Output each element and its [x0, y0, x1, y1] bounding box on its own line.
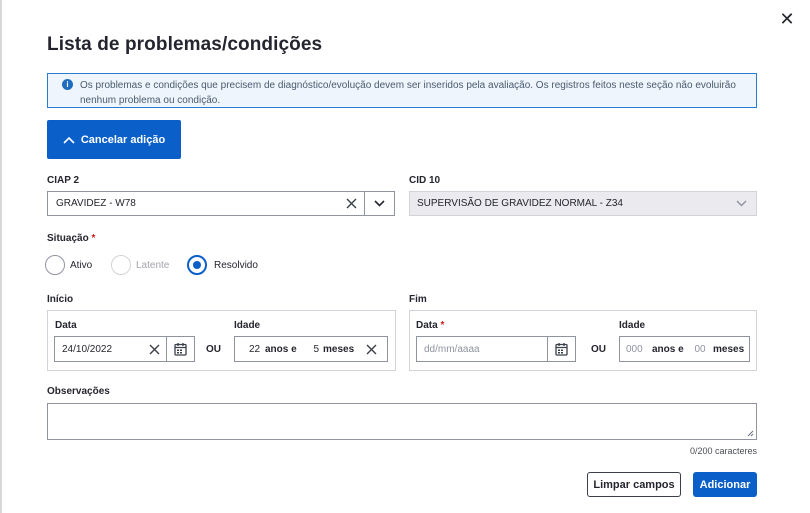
chevron-down-icon [726, 192, 756, 215]
calendar-icon[interactable] [166, 337, 194, 361]
inicio-date-input[interactable]: 24/10/2022 [54, 336, 195, 362]
situacao-label: Situação * [47, 233, 95, 244]
inicio-anos-value: 22 [249, 343, 261, 355]
ciap-label: CIAP 2 [47, 175, 80, 186]
clear-icon[interactable] [359, 337, 383, 361]
resize-handle-icon[interactable] [747, 430, 754, 437]
chevron-up-icon [63, 136, 75, 144]
clear-icon[interactable] [338, 192, 364, 215]
fim-date-input[interactable]: dd/mm/aaaa [416, 336, 576, 362]
observacoes-textarea[interactable] [47, 403, 757, 440]
chevron-down-icon[interactable] [364, 192, 394, 215]
close-icon[interactable]: ✕ [776, 8, 798, 30]
inicio-meses-value: 5 [313, 343, 319, 355]
radio-latente-label: Latente [136, 260, 170, 271]
char-counter: 0/200 caracteres [689, 446, 757, 456]
ciap-value: GRAVIDEZ - W78 [56, 198, 136, 209]
fim-data-label: Data * [416, 320, 444, 331]
fim-anos-unit: anos e [652, 343, 684, 355]
fim-anos-placeholder: 000 [626, 343, 643, 355]
inicio-label: Início [47, 294, 74, 305]
radio-latente [111, 255, 131, 275]
inicio-idade-input[interactable]: 22 anos e 5 meses [234, 336, 388, 362]
clear-fields-button[interactable]: Limpar campos [587, 472, 681, 497]
inicio-ou: OU [206, 344, 221, 355]
inicio-idade-label: Idade [234, 320, 261, 331]
situacao-label-text: Situação [47, 233, 89, 244]
fim-data-label-text: Data [416, 320, 438, 331]
cid-label: CID 10 [409, 175, 441, 186]
observacoes-label: Observações [47, 386, 110, 397]
fim-date-placeholder: dd/mm/aaaa [424, 343, 480, 355]
required-mark: * [440, 320, 445, 331]
cancel-add-button[interactable]: Cancelar adição [47, 120, 181, 159]
inicio-meses-unit: meses [323, 343, 355, 355]
fim-idade-input[interactable]: 000 anos e 00 meses [619, 336, 750, 362]
inicio-date-value: 24/10/2022 [62, 343, 113, 355]
fim-meses-unit: meses [713, 343, 745, 355]
inicio-data-label: Data [55, 320, 77, 331]
dialog-title: Lista de problemas/condições [47, 34, 323, 55]
cancel-add-label: Cancelar adição [80, 133, 166, 146]
info-icon: i [62, 79, 73, 90]
radio-ativo-label: Ativo [70, 260, 93, 271]
cid-select: SUPERVISÃO DE GRAVIDEZ NORMAL - Z34 [409, 191, 757, 216]
fim-idade-label: Idade [619, 320, 646, 331]
calendar-icon[interactable] [547, 337, 575, 361]
dialog-left-edge [0, 0, 2, 513]
inicio-anos-unit: anos e [265, 343, 297, 355]
ciap-select[interactable]: GRAVIDEZ - W78 [47, 191, 395, 216]
add-button[interactable]: Adicionar [693, 472, 757, 497]
radio-resolvido[interactable] [187, 255, 207, 275]
fim-label: Fim [409, 294, 427, 305]
required-mark: * [91, 233, 96, 244]
alert-text: Os problemas e condições que precisem de… [80, 80, 736, 106]
clear-icon[interactable] [142, 337, 166, 361]
info-alert: i Os problemas e condições que precisem … [47, 73, 757, 108]
cid-value: SUPERVISÃO DE GRAVIDEZ NORMAL - Z34 [417, 198, 623, 209]
fim-ou: OU [591, 344, 606, 355]
fim-meses-placeholder: 00 [694, 343, 706, 355]
radio-ativo[interactable] [45, 255, 65, 275]
radio-resolvido-label: Resolvido [214, 260, 258, 271]
